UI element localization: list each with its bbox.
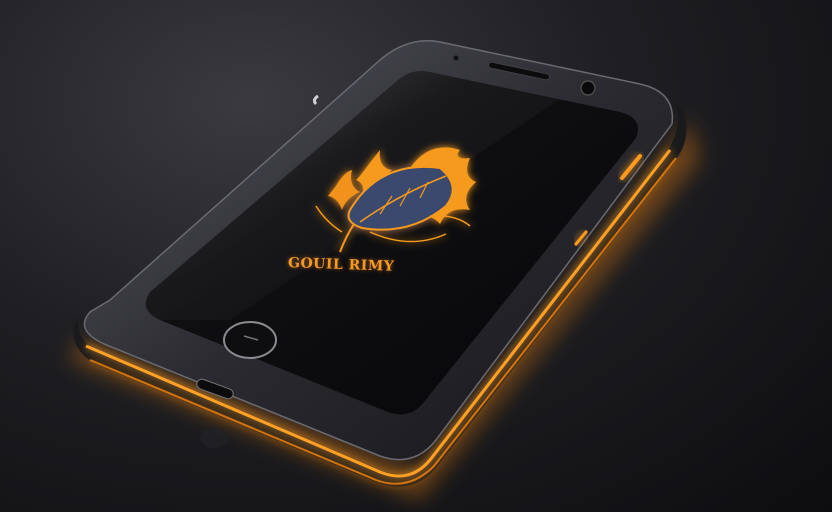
sensor-dot [453,55,459,61]
port-reflection [200,428,228,448]
photo-scene: GOUIL RIMY [0,0,832,512]
camera-icon [580,80,596,96]
home-button-icon[interactable] [223,321,277,359]
power-button [312,94,319,106]
phone-illustration [70,40,700,500]
